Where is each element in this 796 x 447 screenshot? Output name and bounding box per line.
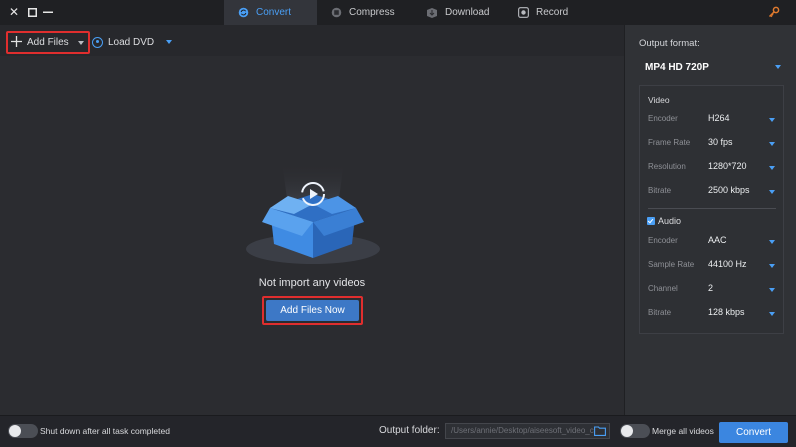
chevron-down-icon[interactable] bbox=[769, 240, 775, 244]
settings-box: Video Encoder H264 Frame Rate 30 fps Res… bbox=[639, 85, 784, 334]
setting-value: AAC bbox=[708, 235, 727, 245]
video-bitrate-row[interactable]: Bitrate 2500 kbps bbox=[640, 184, 783, 198]
setting-key: Bitrate bbox=[648, 308, 672, 317]
chevron-down-icon[interactable] bbox=[769, 166, 775, 170]
audio-checkbox[interactable]: Audio bbox=[647, 216, 681, 226]
key-icon[interactable] bbox=[768, 6, 780, 18]
toggle-knob bbox=[621, 425, 633, 437]
load-dvd-dropdown-icon[interactable] bbox=[166, 40, 172, 44]
chevron-down-icon[interactable] bbox=[769, 264, 775, 268]
add-files-button[interactable]: Add Files bbox=[6, 31, 90, 54]
tab-download-label: Download bbox=[445, 7, 490, 18]
chevron-down-icon[interactable] bbox=[769, 190, 775, 194]
download-icon bbox=[426, 7, 438, 18]
setting-value: 30 fps bbox=[708, 137, 733, 147]
minimize-window-icon[interactable] bbox=[42, 6, 54, 18]
setting-key: Channel bbox=[648, 284, 678, 293]
setting-key: Encoder bbox=[648, 236, 678, 245]
tab-convert[interactable]: Convert bbox=[224, 0, 317, 25]
output-settings-panel: Output format: MP4 HD 720P Video Encoder… bbox=[624, 25, 796, 415]
convert-icon bbox=[238, 7, 249, 18]
output-format-value: MP4 HD 720P bbox=[645, 61, 709, 73]
setting-key: Encoder bbox=[648, 114, 678, 123]
chevron-down-icon[interactable] bbox=[769, 142, 775, 146]
setting-key: Resolution bbox=[648, 162, 686, 171]
merge-videos-label: Merge all videos bbox=[652, 426, 714, 436]
chevron-down-icon[interactable] bbox=[78, 41, 84, 45]
audio-sample-rate-row[interactable]: Sample Rate 44100 Hz bbox=[640, 258, 783, 272]
video-encoder-row[interactable]: Encoder H264 bbox=[640, 112, 783, 126]
tab-download[interactable]: Download bbox=[412, 0, 504, 25]
tab-compress[interactable]: Compress bbox=[317, 0, 412, 25]
add-files-now-highlight: Add Files Now bbox=[262, 296, 363, 325]
audio-section-title: Audio bbox=[658, 216, 682, 226]
video-frame-rate-row[interactable]: Frame Rate 30 fps bbox=[640, 136, 783, 150]
empty-state-text: Not import any videos bbox=[258, 277, 366, 289]
setting-value: 44100 Hz bbox=[708, 259, 747, 269]
chevron-down-icon[interactable] bbox=[769, 312, 775, 316]
chevron-down-icon bbox=[775, 65, 781, 69]
setting-value: H264 bbox=[708, 113, 730, 123]
setting-key: Frame Rate bbox=[648, 138, 691, 147]
output-folder-input[interactable]: /Users/annie/Desktop/aiseesoft_video_c bbox=[445, 423, 610, 439]
output-format-label: Output format: bbox=[639, 38, 700, 49]
convert-button[interactable]: Convert bbox=[719, 422, 788, 443]
video-resolution-row[interactable]: Resolution 1280*720 bbox=[640, 160, 783, 174]
maximize-window-icon[interactable] bbox=[26, 6, 38, 18]
setting-key: Bitrate bbox=[648, 186, 672, 195]
output-folder-label: Output folder: bbox=[379, 425, 440, 436]
tab-convert-label: Convert bbox=[256, 7, 292, 18]
record-icon bbox=[518, 7, 529, 18]
tab-compress-label: Compress bbox=[349, 7, 395, 18]
setting-key: Sample Rate bbox=[648, 260, 695, 269]
compress-icon bbox=[331, 7, 342, 18]
setting-value: 1280*720 bbox=[708, 161, 747, 171]
tab-record[interactable]: Record bbox=[504, 0, 588, 25]
close-window-icon[interactable]: ✕ bbox=[8, 6, 20, 18]
load-dvd-label: Load DVD bbox=[108, 36, 155, 48]
add-files-label: Add Files bbox=[27, 37, 69, 48]
setting-value: 2 bbox=[708, 283, 714, 293]
audio-bitrate-row[interactable]: Bitrate 128 kbps bbox=[640, 306, 783, 320]
disc-icon bbox=[92, 36, 103, 48]
checkbox-checked-icon[interactable] bbox=[647, 217, 655, 225]
output-format-select[interactable]: MP4 HD 720P bbox=[635, 57, 787, 77]
chevron-down-icon[interactable] bbox=[769, 118, 775, 122]
setting-value: 2500 kbps bbox=[708, 185, 750, 195]
empty-box-illustration bbox=[240, 150, 386, 268]
chevron-down-icon[interactable] bbox=[769, 288, 775, 292]
audio-channel-row[interactable]: Channel 2 bbox=[640, 282, 783, 296]
folder-icon[interactable] bbox=[594, 426, 606, 436]
plus-icon bbox=[11, 36, 23, 49]
video-section-title: Video bbox=[648, 95, 670, 105]
section-divider bbox=[648, 208, 776, 209]
add-files-now-button[interactable]: Add Files Now bbox=[266, 300, 359, 321]
tab-record-label: Record bbox=[536, 7, 569, 18]
load-dvd-button[interactable]: Load DVD bbox=[92, 35, 154, 49]
audio-encoder-row[interactable]: Encoder AAC bbox=[640, 234, 783, 248]
shutdown-label: Shut down after all task completed bbox=[40, 426, 170, 436]
toggle-knob bbox=[9, 425, 21, 437]
setting-value: 128 kbps bbox=[708, 307, 745, 317]
merge-videos-toggle[interactable] bbox=[620, 424, 650, 438]
shutdown-toggle[interactable] bbox=[8, 424, 38, 438]
main-tabs: Convert Compress Download Record bbox=[224, 0, 588, 25]
